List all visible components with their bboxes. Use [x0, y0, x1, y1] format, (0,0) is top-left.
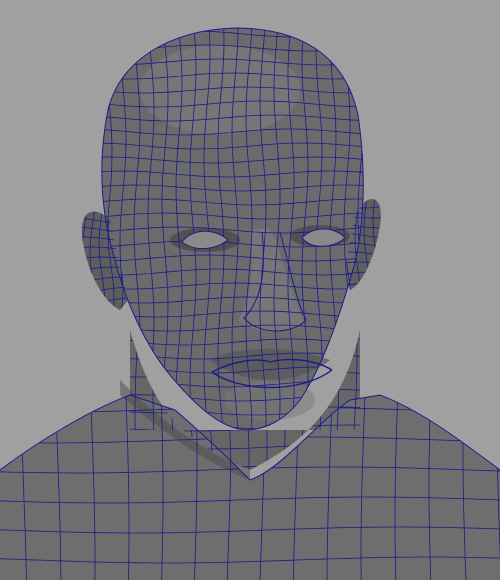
modeling-viewport[interactable]: [0, 0, 500, 580]
head-mesh[interactable]: [0, 0, 500, 580]
